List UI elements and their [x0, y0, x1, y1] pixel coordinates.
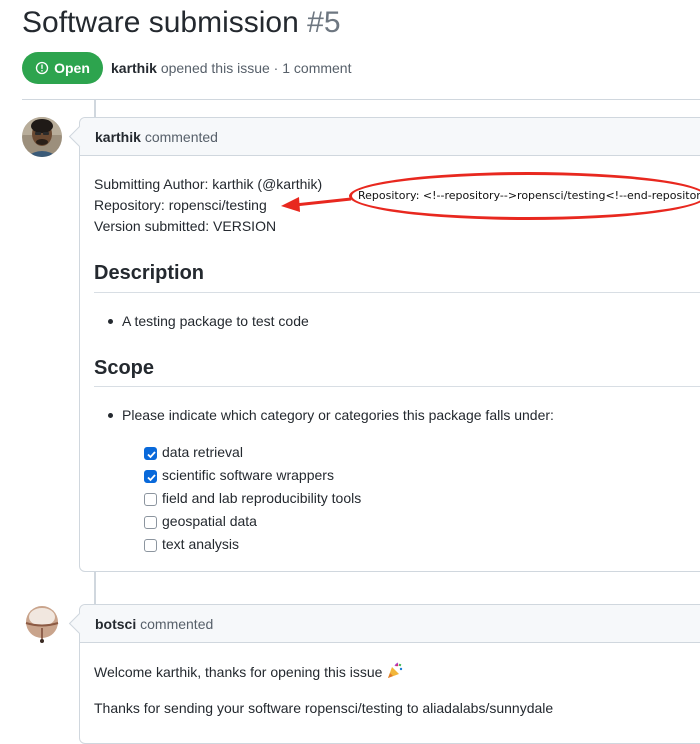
checkbox-label: text analysis: [162, 536, 240, 552]
comment-action: commented: [144, 129, 218, 145]
heading-rule: [94, 386, 700, 387]
description-heading: Description: [94, 262, 205, 284]
repository-line: Repository: ropensci/testing: [94, 197, 267, 213]
checkbox-label: geospatial data: [162, 513, 257, 529]
scope-heading: Scope: [94, 357, 155, 379]
party-popper-icon: [388, 662, 403, 678]
karthik-avatar-image: [22, 117, 62, 157]
open-status-badge: Open: [22, 52, 103, 84]
welcome-line: Welcome karthik, thanks for opening this…: [94, 662, 404, 680]
issue-author-link[interactable]: karthik: [111, 60, 157, 76]
scope-item: Please indicate which category or catego…: [122, 407, 554, 423]
avatar-botsci[interactable]: [22, 604, 62, 644]
issue-title: Software submission #5: [22, 6, 341, 40]
open-status-label: Open: [54, 60, 90, 76]
bullet-dot: [108, 319, 113, 324]
checkbox-label: scientific software wrappers: [162, 467, 334, 483]
issue-opened-icon: [35, 61, 49, 75]
checkbox-data-retrieval[interactable]: [144, 447, 157, 460]
version-line: Version submitted: VERSION: [94, 218, 277, 234]
check-icon: [147, 474, 156, 482]
issue-number: #5: [307, 6, 341, 39]
thanks-line: Thanks for sending your software ropensc…: [94, 700, 554, 716]
comment-botsci: botsci commented Welcome karthik, thanks…: [68, 604, 700, 744]
meta-separator: ·: [273, 60, 279, 76]
annotation-text: Repository: <!--repository-->ropensci/te…: [358, 189, 700, 202]
checkbox-scientific-software-wrappers[interactable]: [144, 470, 157, 483]
comment-header: karthik commented: [80, 118, 700, 156]
opened-text: opened this issue: [160, 60, 270, 76]
checkbox-field-lab-reproducibility[interactable]: [144, 493, 157, 506]
issue-meta: karthik opened this issue · 1 comment: [111, 60, 351, 76]
submitting-author-line: Submitting Author: karthik (@karthik): [94, 176, 323, 192]
header-divider: [22, 99, 700, 100]
issue-title-text: Software submission: [22, 6, 299, 39]
checkbox-text-analysis[interactable]: [144, 539, 157, 552]
avatar-karthik[interactable]: [22, 117, 62, 157]
comment-header: botsci commented: [80, 605, 700, 643]
comment-count: 1 comment: [282, 60, 352, 76]
bullet-dot: [108, 413, 113, 418]
description-item: A testing package to test code: [122, 313, 309, 329]
checkbox-geospatial-data[interactable]: [144, 516, 157, 529]
checkbox-label: data retrieval: [162, 444, 243, 460]
welcome-text: Welcome karthik, thanks for opening this…: [94, 664, 383, 680]
heading-rule: [94, 292, 700, 293]
comment-author[interactable]: botsci: [95, 616, 136, 632]
comment-author[interactable]: karthik: [95, 129, 141, 145]
botsci-avatar-image: [22, 604, 62, 644]
checkbox-label: field and lab reproducibility tools: [162, 490, 362, 506]
annotation-arrow-icon: [281, 197, 352, 212]
comment-action: commented: [140, 616, 214, 632]
check-icon: [147, 451, 156, 459]
